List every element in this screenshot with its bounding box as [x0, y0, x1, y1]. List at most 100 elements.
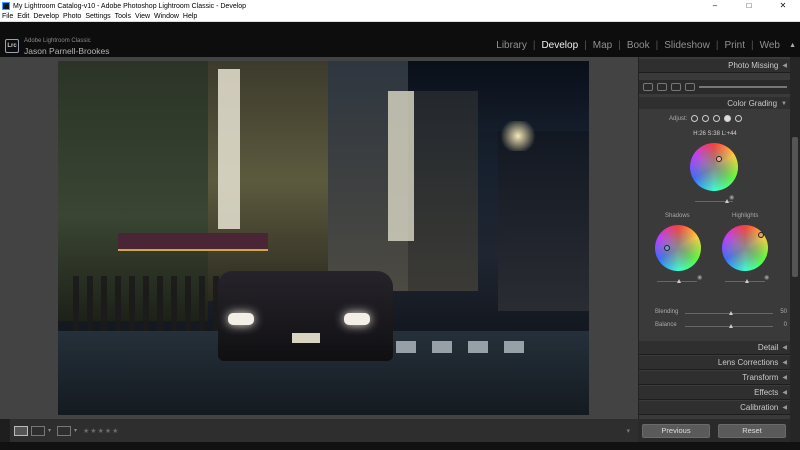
menu-develop[interactable]: Develop [33, 12, 59, 21]
module-map[interactable]: Map [587, 40, 618, 51]
lightroom-app-icon [2, 2, 10, 10]
highlights-color-wheel[interactable] [722, 225, 768, 271]
module-library[interactable]: Library [490, 40, 533, 51]
previous-button[interactable]: Previous [642, 423, 710, 438]
slider-knob[interactable] [677, 279, 681, 283]
slider-knob[interactable] [729, 311, 733, 315]
lrc-logo: Lrc [5, 39, 19, 53]
filmstrip-collapsed[interactable] [0, 442, 800, 450]
masking-icon[interactable] [685, 83, 695, 91]
identity-plate: Lrc Adobe Lightroom Classic Jason Parnel… [0, 22, 800, 57]
swap-dropdown-icon[interactable]: ▾ [74, 427, 77, 434]
wheel-handle[interactable] [758, 232, 764, 238]
blending-value[interactable]: 50 [780, 309, 787, 315]
calibration-header[interactable]: Calibration ◀ [639, 401, 791, 415]
menu-file[interactable]: File [2, 12, 13, 21]
detail-header[interactable]: Detail ◀ [639, 341, 791, 355]
highlights-luminance-slider[interactable] [725, 279, 765, 283]
lens-corrections-label: Lens Corrections [717, 358, 779, 367]
triangle-left-icon: ◀ [782, 345, 787, 351]
module-book[interactable]: Book [621, 40, 656, 51]
eye-icon[interactable]: ◉ [697, 274, 702, 281]
develop-toolbar: ▾ ▾ ★★★★★ ▾ [10, 419, 638, 442]
triangle-left-icon: ◀ [782, 360, 787, 366]
before-after-dropdown-icon[interactable]: ▾ [48, 427, 51, 434]
eye-icon[interactable]: ◉ [729, 194, 734, 201]
develop-right-panel: Photo Missing ◀ Color Grading ▼ Adjust: … [638, 57, 791, 442]
menu-tools[interactable]: Tools [115, 12, 131, 21]
spot-removal-icon[interactable] [657, 83, 667, 91]
histogram-header[interactable]: Photo Missing ◀ [639, 59, 791, 73]
menu-help[interactable]: Help [183, 12, 197, 21]
lens-corrections-header[interactable]: Lens Corrections ◀ [639, 356, 791, 370]
window-titlebar: My Lightroom Catalog-v10 - Adobe Photosh… [0, 0, 800, 12]
blending-label: Blending [655, 309, 679, 315]
midtones-luminance-slider[interactable] [695, 199, 733, 203]
photo-headlight [344, 313, 370, 325]
effects-header[interactable]: Effects ◀ [639, 386, 791, 400]
before-after-button[interactable] [31, 425, 45, 436]
blending-slider[interactable] [685, 311, 773, 315]
crop-tool-icon[interactable] [643, 83, 653, 91]
transform-label: Transform [742, 373, 779, 382]
collapse-top-panel-icon[interactable]: ▲ [789, 42, 796, 49]
photo-missing-label: Photo Missing [728, 61, 779, 70]
three-way-view-icon[interactable] [691, 115, 699, 122]
transform-header[interactable]: Transform ◀ [639, 371, 791, 385]
loupe-view-button[interactable] [14, 425, 28, 436]
menu-edit[interactable]: Edit [17, 12, 29, 21]
scrollbar-thumb[interactable] [792, 137, 798, 277]
module-develop[interactable]: Develop [535, 40, 584, 51]
shadows-color-wheel[interactable] [655, 225, 701, 271]
menu-photo[interactable]: Photo [63, 12, 81, 21]
window-title: My Lightroom Catalog-v10 - Adobe Photosh… [13, 2, 247, 10]
photo-preview[interactable] [58, 61, 589, 415]
user-name: Jason Parnell-Brookes [24, 46, 110, 56]
module-web[interactable]: Web [754, 40, 786, 51]
red-eye-icon[interactable] [671, 83, 681, 91]
triangle-left-icon: ◀ [782, 405, 787, 411]
wheel-handle[interactable] [716, 156, 722, 162]
adjust-selector: Adjust: [669, 115, 743, 122]
highlights-view-icon[interactable] [724, 115, 732, 122]
minimize-button[interactable]: – [698, 0, 732, 12]
eye-icon[interactable]: ◉ [764, 274, 769, 281]
menu-settings[interactable]: Settings [85, 12, 110, 21]
menu-window[interactable]: Window [154, 12, 179, 21]
shadows-luminance-slider[interactable] [657, 279, 697, 283]
swap-button[interactable] [57, 425, 72, 436]
adjust-label: Adjust: [669, 115, 688, 122]
global-view-icon[interactable] [735, 115, 743, 122]
slider-knob[interactable] [729, 324, 733, 328]
tool-strip-slider[interactable] [699, 86, 787, 88]
photo-vertical-sign [218, 69, 240, 229]
midtones-color-wheel[interactable] [690, 143, 738, 191]
color-grading-label: Color Grading [727, 99, 778, 108]
calibration-label: Calibration [740, 403, 779, 412]
balance-slider-row[interactable]: Balance 0 [655, 322, 787, 332]
reset-button[interactable]: Reset [718, 423, 786, 438]
star-rating[interactable]: ★★★★★ [83, 427, 119, 435]
slider-knob[interactable] [745, 279, 749, 283]
photo-building [408, 91, 478, 291]
hsl-readout: H:26 S:38 L:+44 [693, 131, 737, 137]
triangle-left-icon: ◀ [782, 375, 787, 381]
balance-value[interactable]: 0 [784, 322, 787, 328]
detail-label: Detail [757, 343, 779, 352]
close-button[interactable]: ✕ [766, 0, 800, 12]
balance-slider[interactable] [685, 324, 773, 328]
module-print[interactable]: Print [718, 40, 751, 51]
blending-slider-row[interactable]: Blending 50 [655, 309, 787, 319]
triangle-left-icon: ◀ [782, 63, 787, 69]
module-slideshow[interactable]: Slideshow [658, 40, 716, 51]
right-panel-scrollbar[interactable] [790, 57, 800, 442]
toolbar-menu-icon[interactable]: ▾ [626, 427, 630, 435]
maximize-button[interactable]: □ [732, 0, 766, 12]
photo-streetlight [498, 121, 538, 151]
shadows-view-icon[interactable] [702, 115, 710, 122]
balance-label: Balance [655, 322, 677, 328]
photo-neon-sign [118, 233, 268, 251]
wheel-handle[interactable] [664, 245, 670, 251]
midtones-view-icon[interactable] [713, 115, 721, 122]
menu-view[interactable]: View [135, 12, 150, 21]
